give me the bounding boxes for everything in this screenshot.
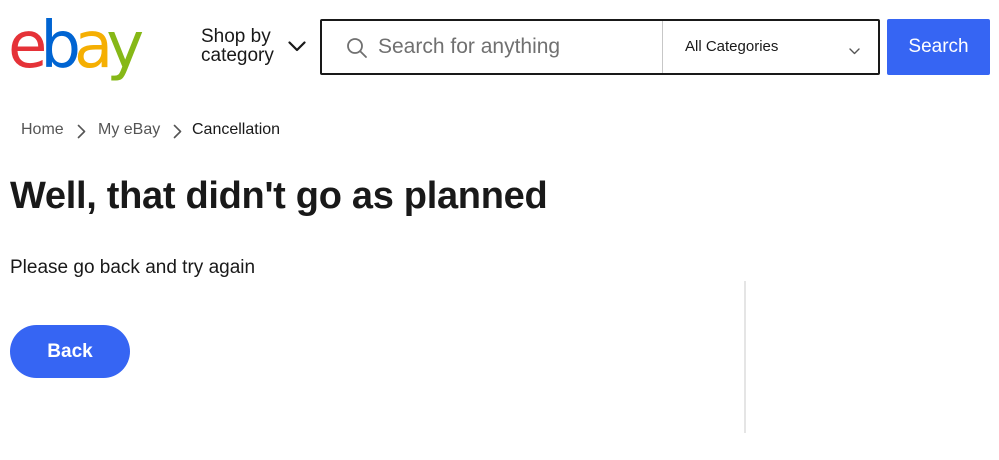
column-divider bbox=[744, 281, 746, 433]
chevron-right-icon bbox=[77, 124, 86, 144]
error-message: Please go back and try again bbox=[10, 257, 256, 278]
search-icon bbox=[346, 37, 368, 64]
page-title: Well, that didn't go as planned bbox=[10, 175, 548, 217]
category-select-label: All Categories bbox=[685, 38, 779, 55]
search-bar: All Categories bbox=[320, 19, 880, 75]
search-input[interactable] bbox=[378, 21, 660, 73]
back-button[interactable]: Back bbox=[10, 325, 130, 378]
logo-letter-b: b bbox=[40, 9, 81, 83]
logo-letter-y: y bbox=[106, 9, 144, 83]
logo-letter-e: e bbox=[8, 9, 47, 83]
breadcrumb-my-ebay[interactable]: My eBay bbox=[98, 121, 160, 139]
category-select[interactable]: All Categories bbox=[663, 21, 878, 73]
chevron-down-icon bbox=[849, 42, 860, 60]
ebay-logo[interactable]: ebay bbox=[8, 8, 144, 84]
chevron-down-icon bbox=[288, 37, 306, 56]
breadcrumb-cancellation: Cancellation bbox=[192, 121, 281, 138]
shop-by-label-line1: Shop by bbox=[201, 26, 271, 47]
site-header: ebay Shop by category All Categories Sea… bbox=[0, 0, 999, 100]
logo-letter-a: a bbox=[74, 9, 113, 83]
search-button[interactable]: Search bbox=[887, 19, 990, 75]
shop-by-category-button[interactable]: Shop by category bbox=[201, 26, 306, 66]
chevron-right-icon bbox=[173, 124, 182, 144]
breadcrumb-home[interactable]: Home bbox=[21, 121, 64, 139]
shop-by-label-line2: category bbox=[201, 45, 274, 66]
